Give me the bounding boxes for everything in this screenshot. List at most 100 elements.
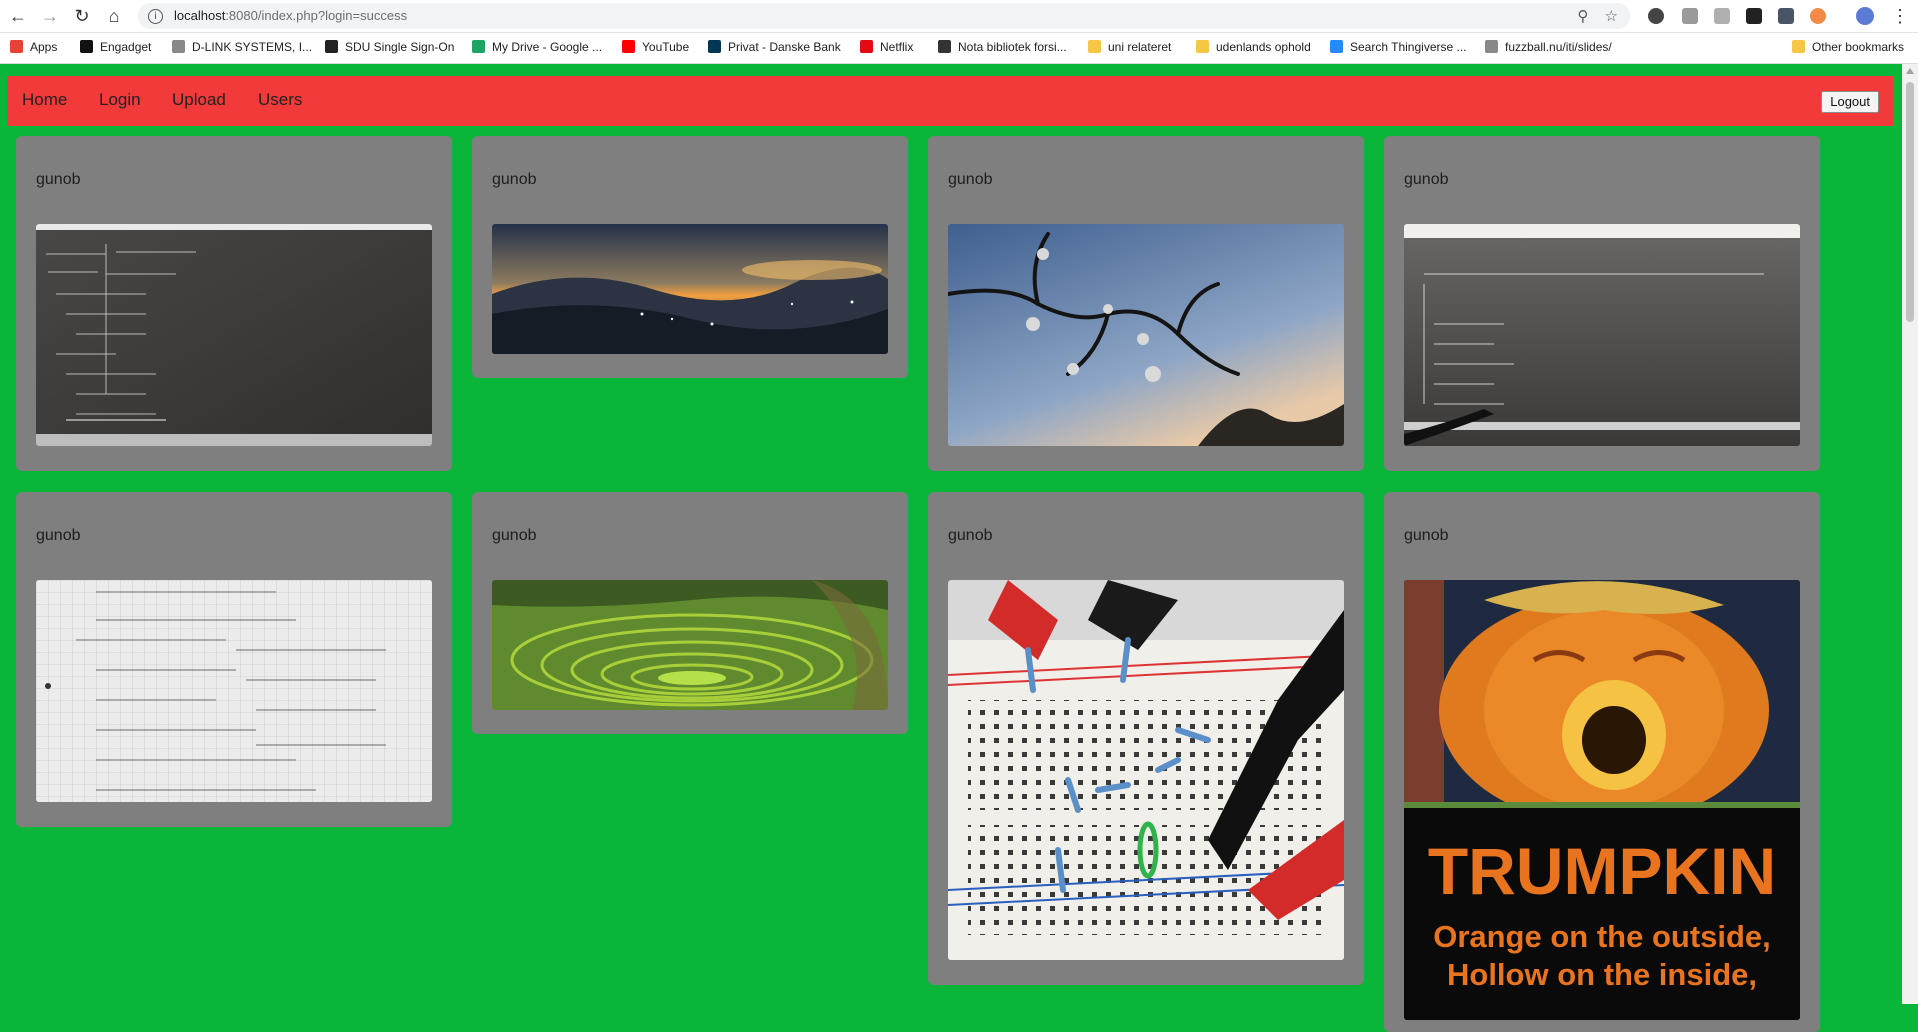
bookmark-label: My Drive - Google ... xyxy=(492,40,603,54)
trumpkin-caption: TRUMPKIN Orange on the outside, Hollow o… xyxy=(1404,808,1800,1020)
bookmark-label: SDU Single Sign-On xyxy=(345,40,455,54)
url-path: :8080/index.php?login=success xyxy=(225,8,408,23)
bookmark-item[interactable]: uni relateret xyxy=(1088,40,1171,54)
netflix-icon xyxy=(860,40,873,53)
breadboard-circuit-image xyxy=(948,580,1344,960)
post-image[interactable] xyxy=(36,224,432,446)
post-card: gunob xyxy=(472,492,908,734)
bookmark-label: Apps xyxy=(30,40,58,54)
amazon-extension-icon[interactable] xyxy=(1746,8,1762,24)
caption-line-2: Hollow on the inside, xyxy=(1447,957,1757,992)
bookmark-label: Engadget xyxy=(100,40,152,54)
omnibox-actions: ⚲ ☆ xyxy=(1577,7,1618,25)
profile-avatar[interactable] xyxy=(1856,7,1874,25)
handwritten-math-notes-image xyxy=(36,580,432,802)
google-drive-icon xyxy=(472,40,485,53)
bookmark-item[interactable]: Search Thingiverse ... xyxy=(1330,40,1467,54)
back-arrow-icon[interactable]: ← xyxy=(8,6,28,26)
post-card: gunob xyxy=(16,492,452,827)
bookmark-item[interactable]: Engadget xyxy=(80,40,151,54)
post-author: gunob xyxy=(948,527,993,544)
post-card: gunob xyxy=(472,136,908,378)
site-navbar: Home Login Upload Users Logout xyxy=(7,76,1893,126)
nota-icon xyxy=(938,40,951,53)
night-mountain-valley-image xyxy=(492,224,888,354)
bookmark-label: Privat - Danske Bank xyxy=(728,40,841,54)
post-image[interactable] xyxy=(36,580,432,802)
page-scrollbar[interactable] xyxy=(1902,64,1918,1004)
chalkboard-math-image xyxy=(36,224,432,446)
post-card: gunob xyxy=(928,136,1364,471)
bookmark-item[interactable]: SDU Single Sign-On xyxy=(325,40,454,54)
post-card: gunob xyxy=(928,492,1364,985)
address-bar[interactable]: i localhost:8080/index.php?login=success… xyxy=(138,3,1630,29)
post-card: gunob xyxy=(16,136,452,471)
danske-bank-icon xyxy=(708,40,721,53)
menu-kebab-icon[interactable]: ⋮ xyxy=(1890,6,1910,26)
star-icon[interactable]: ☆ xyxy=(1605,8,1618,25)
moray-terraces-image xyxy=(492,580,888,710)
post-author: gunob xyxy=(36,527,81,544)
extension-icon[interactable] xyxy=(1778,8,1794,24)
extension-icon[interactable] xyxy=(1648,8,1664,24)
post-image[interactable] xyxy=(948,580,1344,960)
bookmark-label: Search Thingiverse ... xyxy=(1350,40,1467,54)
post-image[interactable] xyxy=(492,580,888,710)
bookmark-item[interactable]: My Drive - Google ... xyxy=(472,40,602,54)
post-image[interactable]: TRUMPKIN Orange on the outside, Hollow o… xyxy=(1404,580,1800,1020)
folder-icon xyxy=(1791,40,1805,53)
browser-toolbar: ← → ↻ ⌂ i localhost:8080/index.php?login… xyxy=(0,0,1918,33)
post-author: gunob xyxy=(948,171,993,188)
page-icon xyxy=(1485,40,1498,53)
nav-login[interactable]: Login xyxy=(99,90,141,110)
bookmark-item[interactable]: Nota bibliotek forsi... xyxy=(938,40,1067,54)
bookmark-item[interactable]: YouTube xyxy=(622,40,689,54)
apps-grid-icon xyxy=(10,40,23,53)
scrollbar-thumb[interactable] xyxy=(1906,82,1914,322)
post-image[interactable] xyxy=(948,224,1344,446)
post-author: gunob xyxy=(492,171,537,188)
post-card: gunob xyxy=(1384,136,1820,471)
forward-arrow-icon[interactable]: → xyxy=(40,6,60,26)
bookmark-item[interactable]: udenlands ophold xyxy=(1196,40,1311,54)
logout-button[interactable]: Logout xyxy=(1821,91,1879,113)
post-author: gunob xyxy=(1404,527,1449,544)
post-image[interactable] xyxy=(492,224,888,354)
scroll-up-arrow-icon[interactable] xyxy=(1906,68,1914,74)
chalkboard-integrals-image xyxy=(1404,224,1800,446)
bookmark-label: Netflix xyxy=(880,40,914,54)
engadget-icon xyxy=(80,40,93,53)
nav-users[interactable]: Users xyxy=(258,90,302,110)
site-info-icon[interactable]: i xyxy=(148,9,163,24)
thingiverse-icon xyxy=(1330,40,1343,53)
reload-icon[interactable]: ↻ xyxy=(72,6,92,26)
post-author: gunob xyxy=(492,527,537,544)
bookmark-label: uni relateret xyxy=(1108,40,1172,54)
caption-line-1: Orange on the outside, xyxy=(1433,919,1771,954)
bookmark-item[interactable]: Privat - Danske Bank xyxy=(708,40,841,54)
nav-home[interactable]: Home xyxy=(22,90,67,110)
bookmark-item[interactable]: Netflix xyxy=(860,40,913,54)
other-bookmarks-label: Other bookmarks xyxy=(1811,40,1904,54)
bookmark-label: Nota bibliotek forsi... xyxy=(958,40,1067,54)
bookmark-label: D-LINK SYSTEMS, I... xyxy=(192,40,313,54)
extension-icon[interactable] xyxy=(1682,8,1698,24)
cherry-blossom-branch-image xyxy=(948,224,1344,446)
other-bookmarks[interactable]: Other bookmarks xyxy=(1791,40,1904,54)
url-host: localhost xyxy=(174,8,226,23)
bookmark-item[interactable]: Apps xyxy=(10,40,57,54)
youtube-icon xyxy=(622,40,635,53)
home-icon[interactable]: ⌂ xyxy=(104,6,124,26)
nav-upload[interactable]: Upload xyxy=(172,90,226,110)
key-icon[interactable]: ⚲ xyxy=(1577,8,1588,25)
post-image[interactable] xyxy=(1404,224,1800,446)
bookmark-item[interactable]: fuzzball.nu/iti/slides/ xyxy=(1485,40,1612,54)
extension-icon[interactable] xyxy=(1810,8,1826,24)
bookmarks-bar: Apps Engadget D-LINK SYSTEMS, I... SDU Sing… xyxy=(0,33,1918,64)
extension-icon[interactable] xyxy=(1714,8,1730,24)
folder-icon xyxy=(1088,40,1101,53)
bookmark-item[interactable]: D-LINK SYSTEMS, I... xyxy=(172,40,312,54)
page-icon xyxy=(172,40,185,53)
url-text[interactable]: localhost:8080/index.php?login=success xyxy=(174,8,407,23)
bookmark-label: fuzzball.nu/iti/slides/ xyxy=(1505,40,1612,54)
